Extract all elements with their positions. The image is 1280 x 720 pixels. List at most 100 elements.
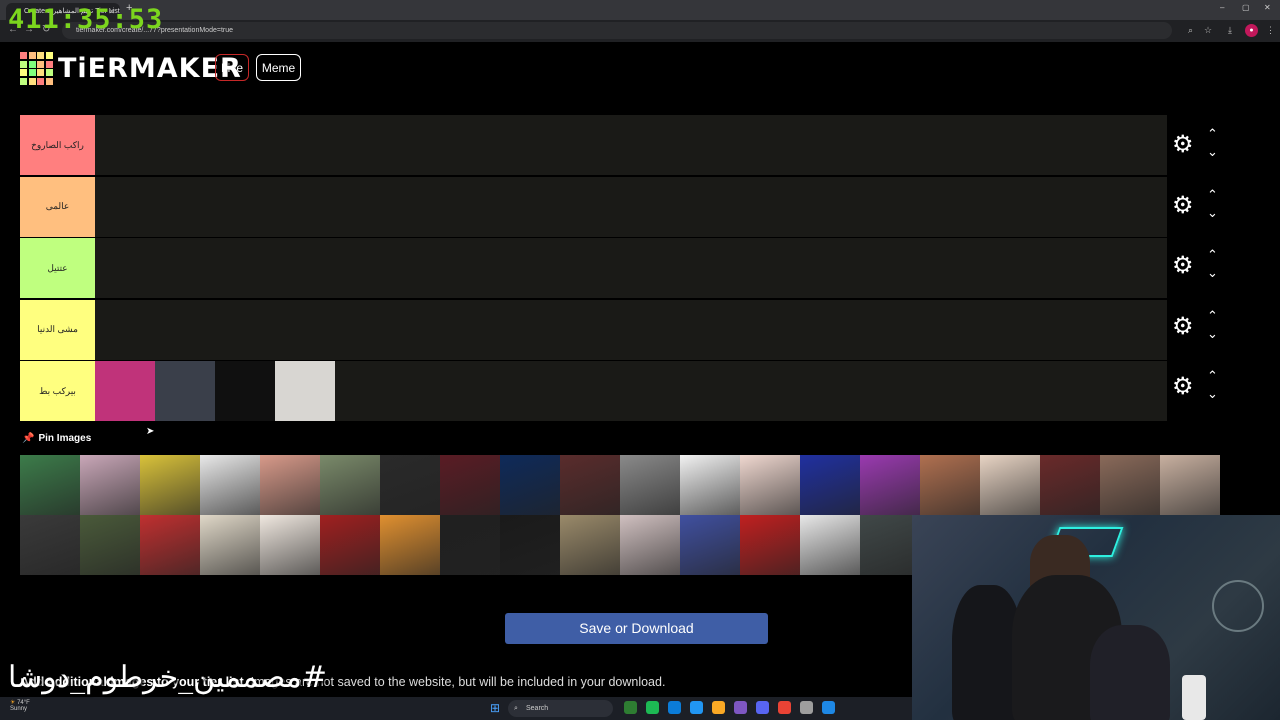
pool-image[interactable] (740, 455, 800, 515)
tier-label[interactable]: بيركب بط (20, 361, 95, 422)
tier-label[interactable]: عتتيل (20, 238, 95, 299)
pool-image[interactable] (620, 455, 680, 515)
maximize-button[interactable]: ▢ (1242, 3, 1250, 12)
logo-square (37, 77, 44, 85)
pool-image[interactable] (560, 455, 620, 515)
pool-image[interactable] (560, 515, 620, 575)
pool-image[interactable] (320, 515, 380, 575)
browser-menu-icon[interactable]: ⋮ (1266, 25, 1275, 36)
tier-label[interactable]: مشى الدنيا (20, 299, 95, 360)
gear-icon[interactable]: ⚙ (1172, 193, 1194, 218)
pool-image[interactable] (1100, 455, 1160, 515)
url-input[interactable]: tiermaker.com/create/...77?presentationM… (62, 22, 1172, 39)
taskbar-app-icon[interactable] (712, 701, 725, 714)
pool-image[interactable] (440, 455, 500, 515)
webcam-overlay (912, 515, 1280, 720)
fan (1212, 580, 1264, 632)
pool-image[interactable] (80, 515, 140, 575)
mouse-cursor-icon: ➤ (146, 426, 155, 437)
live-button[interactable]: Live (215, 54, 249, 81)
zoom-icon[interactable]: ⌕ (1188, 25, 1193, 36)
pool-image[interactable] (500, 515, 560, 575)
tier-row: راكب الصاروخ (20, 115, 1167, 176)
pool-image[interactable] (140, 515, 200, 575)
chevron-down-icon[interactable]: ⌄ (1207, 387, 1218, 400)
chevron-up-icon[interactable]: ⌃ (1207, 369, 1218, 382)
tier-controls: ⚙ ⌃ ⌄ (1172, 176, 1222, 236)
chevron-up-icon[interactable]: ⌃ (1207, 248, 1218, 261)
pool-image[interactable] (500, 455, 560, 515)
chevron-down-icon[interactable]: ⌄ (1207, 206, 1218, 219)
pool-image[interactable] (860, 455, 920, 515)
pool-image[interactable] (980, 455, 1040, 515)
chevron-up-icon[interactable]: ⌃ (1207, 188, 1218, 201)
pool-image[interactable] (200, 455, 260, 515)
minimize-button[interactable]: – (1220, 3, 1224, 12)
chevron-down-icon[interactable]: ⌄ (1207, 327, 1218, 340)
pool-image[interactable] (860, 515, 920, 575)
taskbar-app-icon[interactable] (734, 701, 747, 714)
logo-square (45, 52, 53, 59)
taskbar-app-icon[interactable] (668, 701, 681, 714)
chevron-up-icon[interactable]: ⌃ (1207, 127, 1218, 140)
pool-image[interactable] (140, 455, 200, 515)
pool-image[interactable] (680, 455, 740, 515)
tier-item-image[interactable] (95, 361, 155, 422)
pool-image[interactable] (320, 455, 380, 515)
pool-image[interactable] (680, 515, 740, 575)
gear-icon[interactable]: ⚙ (1172, 375, 1194, 399)
pool-image[interactable] (740, 515, 800, 575)
pool-image[interactable] (440, 515, 500, 575)
pool-image[interactable] (260, 515, 320, 575)
pool-image[interactable] (620, 515, 680, 575)
windows-taskbar: ☀ 74°F Sunny ⊞ ⌕ Search (0, 697, 912, 720)
meme-button[interactable]: Meme (256, 54, 301, 81)
pool-image[interactable] (80, 455, 140, 515)
chevron-down-icon[interactable]: ⌄ (1207, 266, 1218, 279)
pool-image[interactable] (380, 515, 440, 575)
close-window-button[interactable]: ✕ (1264, 3, 1271, 12)
taskbar-app-icon[interactable] (624, 701, 637, 714)
pool-image[interactable] (200, 515, 260, 575)
taskbar-search[interactable]: ⌕ Search (508, 700, 613, 717)
bookmark-star-icon[interactable]: ☆ (1204, 25, 1212, 36)
gear-icon[interactable]: ⚙ (1172, 314, 1194, 339)
pool-image[interactable] (20, 515, 80, 575)
taskbar-app-icon[interactable] (646, 701, 659, 714)
pin-images-toggle[interactable]: 📌 Pin Images (22, 433, 91, 444)
tier-label[interactable]: عالمى (20, 176, 95, 237)
tier-controls: ⚙ ⌃ ⌄ (1172, 297, 1222, 357)
save-download-button[interactable]: Save or Download (505, 613, 768, 644)
pool-image[interactable] (920, 455, 980, 515)
address-bar-area: ← → ↻ tiermaker.com/create/...77?present… (0, 20, 1280, 42)
pool-image[interactable] (20, 455, 80, 515)
download-icon[interactable]: ⤓ (1228, 25, 1232, 36)
weather-widget[interactable]: ☀ 74°F Sunny (10, 699, 30, 712)
taskbar-app-icon[interactable] (756, 701, 769, 714)
tier-item-image[interactable] (215, 361, 275, 422)
logo-square (28, 69, 36, 77)
pool-image[interactable] (800, 455, 860, 515)
pool-image[interactable] (800, 515, 860, 575)
gear-icon[interactable]: ⚙ (1172, 133, 1194, 157)
taskbar-app-icon[interactable] (800, 701, 813, 714)
windows-start-icon[interactable]: ⊞ (490, 701, 500, 715)
gear-icon[interactable]: ⚙ (1172, 254, 1194, 278)
tier-controls: ⚙ ⌃ ⌄ (1172, 115, 1222, 175)
pool-image[interactable] (1040, 455, 1100, 515)
chevron-down-icon[interactable]: ⌄ (1207, 145, 1218, 158)
tier-item-image[interactable] (155, 361, 215, 422)
tier-item-image[interactable] (275, 361, 335, 422)
pool-image[interactable] (1160, 455, 1220, 515)
stream-timer: 411:35:53 (8, 4, 164, 35)
tier-label[interactable]: راكب الصاروخ (20, 115, 95, 175)
chevron-up-icon[interactable]: ⌃ (1207, 309, 1218, 322)
pool-image[interactable] (260, 455, 320, 515)
taskbar-app-icon[interactable] (690, 701, 703, 714)
pool-image[interactable] (380, 455, 440, 515)
profile-avatar[interactable]: ● (1245, 24, 1258, 37)
taskbar-app-icon[interactable] (778, 701, 791, 714)
logo-square (37, 52, 44, 59)
logo-square (20, 69, 27, 77)
taskbar-app-icon[interactable] (822, 701, 835, 714)
